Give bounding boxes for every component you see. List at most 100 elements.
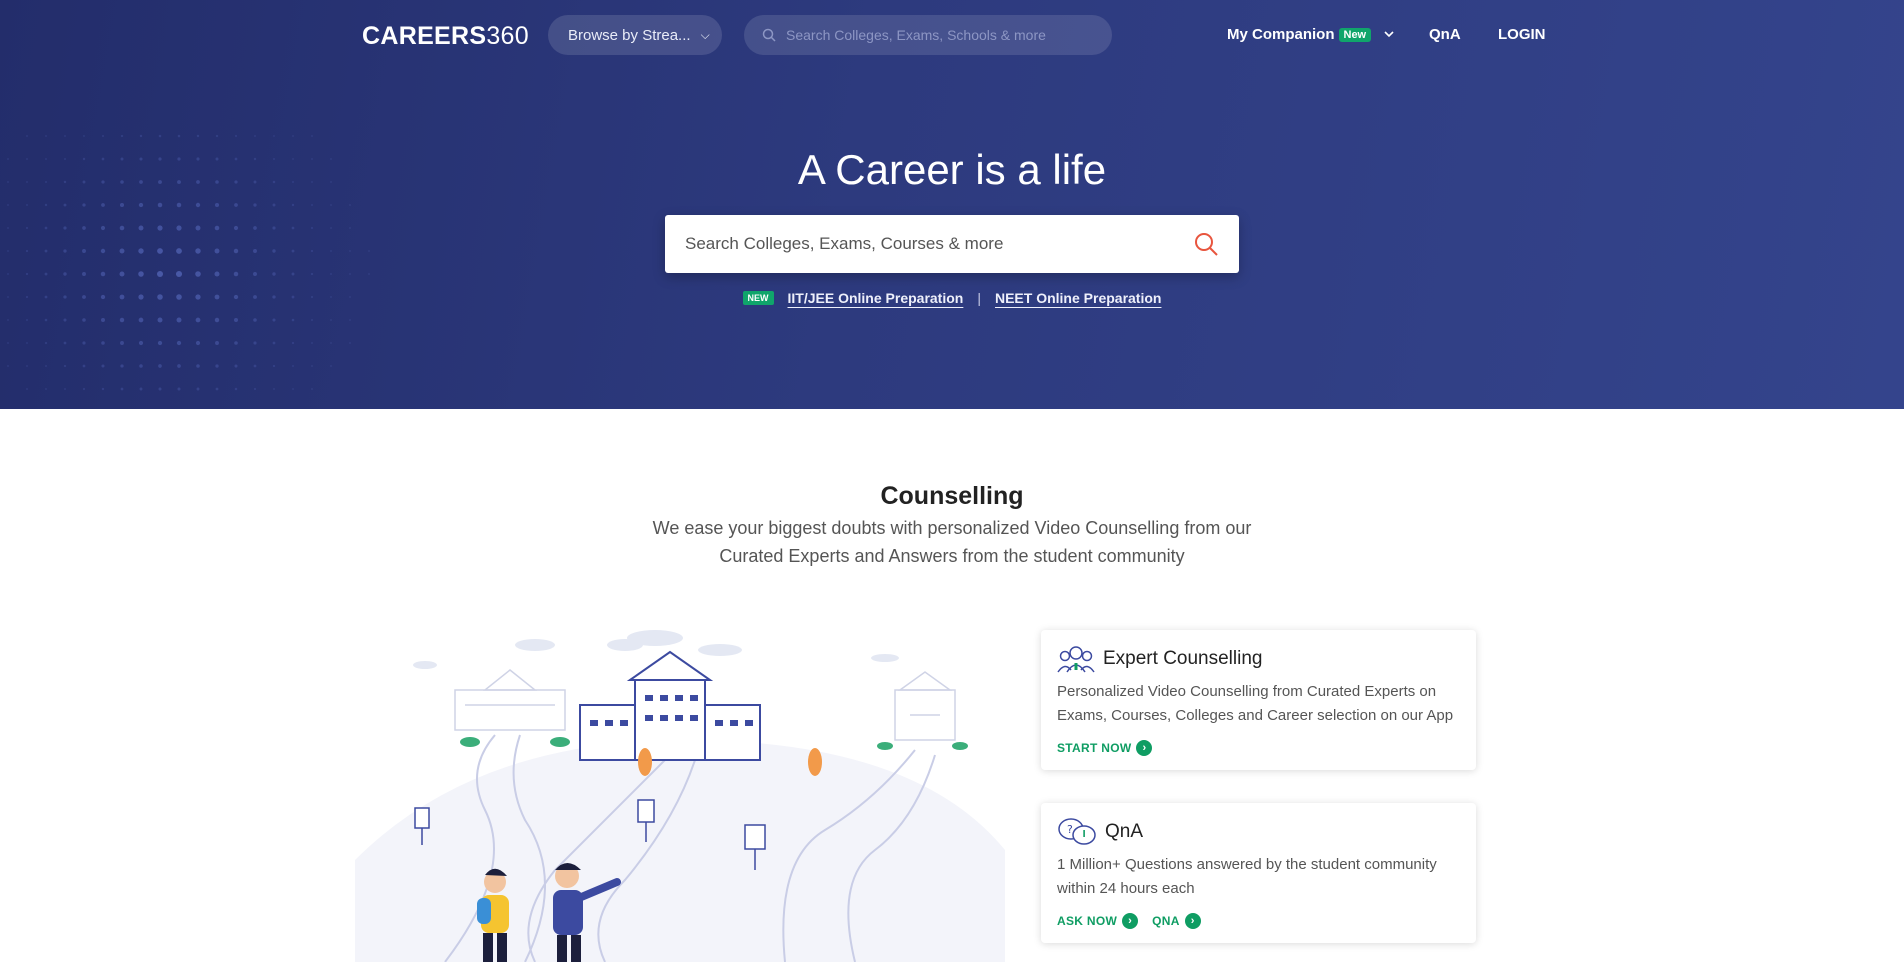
decor-dot bbox=[349, 342, 351, 344]
card-description: Personalized Video Counselling from Cura… bbox=[1057, 683, 1454, 724]
decor-dot bbox=[138, 317, 144, 323]
decor-dot bbox=[291, 226, 295, 230]
decor-dot bbox=[175, 270, 183, 278]
top-search-input[interactable] bbox=[786, 27, 1086, 43]
qna-link-button[interactable]: QNA › bbox=[1152, 913, 1201, 929]
link-iit-jee[interactable]: IIT/JEE Online Preparation bbox=[788, 290, 964, 306]
card-actions: START NOW › bbox=[1057, 740, 1460, 756]
subtitle-line: We ease your biggest doubts with persona… bbox=[652, 518, 1252, 538]
card-header: Expert Counselling bbox=[1057, 644, 1460, 674]
decor-dot bbox=[176, 248, 182, 254]
decor-dot bbox=[157, 225, 163, 231]
chevron-down-icon bbox=[1384, 31, 1394, 38]
decor-dot bbox=[311, 135, 313, 137]
decor-dot bbox=[273, 135, 275, 137]
decor-dot bbox=[120, 364, 124, 368]
decor-dot bbox=[26, 204, 28, 206]
decor-dot bbox=[7, 365, 9, 367]
card-title: QnA bbox=[1105, 821, 1144, 842]
decor-dot bbox=[138, 340, 144, 346]
decor-dot bbox=[7, 204, 9, 206]
decor-dot bbox=[82, 387, 86, 391]
decor-dot bbox=[214, 248, 220, 254]
careers360-logo[interactable]: CAREERS360 bbox=[362, 22, 529, 51]
chat-bubbles-icon: ? bbox=[1058, 818, 1096, 845]
decor-dot bbox=[101, 341, 105, 345]
decor-dot bbox=[138, 202, 144, 208]
decor-dot bbox=[214, 271, 220, 277]
decor-dot bbox=[310, 318, 314, 322]
decor-dot bbox=[120, 341, 124, 345]
decor-dot bbox=[82, 203, 86, 207]
decor-dot bbox=[272, 341, 276, 345]
decor-dot bbox=[233, 271, 239, 277]
decor-dot bbox=[330, 250, 332, 252]
decor-dot bbox=[272, 226, 276, 230]
decor-dot bbox=[176, 225, 182, 231]
decor-dot bbox=[214, 317, 220, 323]
decor-dot bbox=[272, 249, 276, 253]
search-icon bbox=[762, 28, 776, 42]
decor-dot bbox=[215, 134, 219, 138]
decor-dot bbox=[292, 388, 294, 390]
decor-dot bbox=[272, 364, 276, 368]
decor-dot bbox=[120, 134, 124, 138]
decor-dot bbox=[311, 342, 313, 344]
nav-qna[interactable]: QnA bbox=[1429, 26, 1461, 43]
ask-now-button[interactable]: ASK NOW › bbox=[1057, 913, 1139, 929]
decor-dot bbox=[215, 341, 219, 345]
decor-dot bbox=[196, 134, 200, 138]
decor-dot bbox=[82, 226, 86, 230]
decor-dot bbox=[330, 342, 332, 344]
hero-title: A Career is a life bbox=[797, 146, 1107, 193]
decor-dot bbox=[100, 271, 106, 277]
section-title: Counselling bbox=[880, 482, 1024, 510]
career-paths-illustration bbox=[355, 630, 1005, 962]
decor-dot bbox=[119, 271, 125, 277]
decor-dot bbox=[26, 342, 28, 344]
decor-dot bbox=[291, 272, 295, 276]
decor-dot bbox=[100, 317, 106, 323]
decor-dot bbox=[272, 203, 276, 207]
decor-dot bbox=[25, 272, 29, 276]
decor-dot bbox=[310, 226, 314, 230]
decor-dot bbox=[196, 364, 200, 368]
decor-dot bbox=[368, 273, 370, 275]
start-now-button[interactable]: START NOW › bbox=[1057, 740, 1153, 756]
decor-dot bbox=[234, 341, 238, 345]
decor-dot bbox=[157, 248, 163, 254]
decor-dot bbox=[139, 387, 143, 391]
decor-dot bbox=[234, 387, 238, 391]
link-neet[interactable]: NEET Online Preparation bbox=[995, 290, 1161, 306]
decor-dot bbox=[44, 341, 48, 345]
decor-dot bbox=[215, 364, 219, 368]
decor-dot bbox=[100, 248, 106, 254]
decor-dot bbox=[215, 387, 219, 391]
decor-dot bbox=[45, 388, 47, 390]
decor-dot bbox=[272, 272, 276, 276]
decor-dot bbox=[63, 272, 67, 276]
decor-dot bbox=[330, 227, 332, 229]
decor-dot bbox=[45, 365, 47, 367]
arrow-right-circle-icon: › bbox=[1122, 913, 1139, 929]
decor-dot bbox=[349, 319, 351, 321]
nav-login[interactable]: LOGIN bbox=[1498, 26, 1546, 43]
nav-my-companion[interactable]: My Companion New bbox=[1227, 26, 1395, 43]
decor-dot bbox=[253, 272, 257, 276]
decor-dot bbox=[82, 364, 86, 368]
browse-by-stream-dropdown[interactable]: Browse by Strea... ⌵ bbox=[548, 15, 722, 55]
hero-search-input[interactable] bbox=[685, 234, 1193, 254]
decor-dot bbox=[101, 364, 105, 368]
search-icon[interactable] bbox=[1193, 231, 1219, 257]
decor-dot bbox=[83, 135, 85, 137]
decor-dot bbox=[119, 202, 125, 208]
new-badge: NEW bbox=[742, 291, 774, 305]
decor-dot bbox=[45, 135, 47, 137]
decor-dot bbox=[214, 225, 220, 231]
decor-dot bbox=[176, 317, 182, 323]
decor-dot bbox=[63, 249, 67, 253]
decor-dot bbox=[63, 203, 67, 207]
decor-dot bbox=[349, 250, 351, 252]
decor-dot bbox=[330, 365, 332, 367]
decor-dot bbox=[195, 340, 201, 346]
